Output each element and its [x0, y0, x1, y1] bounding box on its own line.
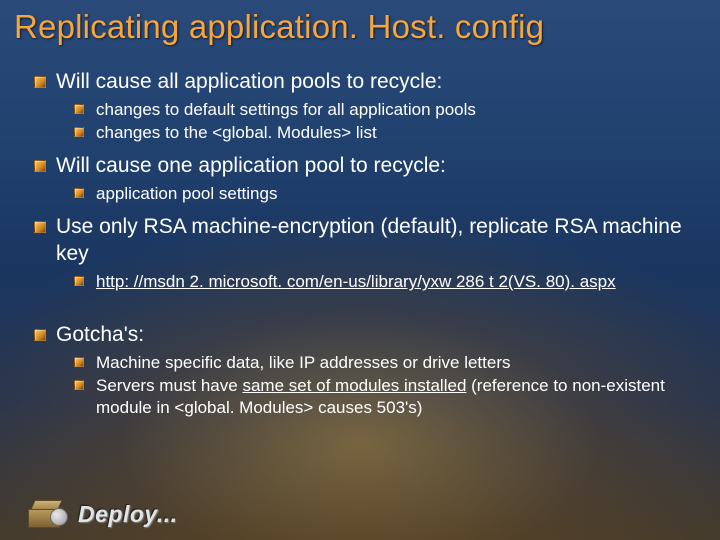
- square-bullet-icon: [74, 104, 84, 114]
- square-bullet-icon: [74, 127, 84, 137]
- bullet-text: changes to the <global. Modules> list: [96, 123, 377, 142]
- bullet-text: Will cause one application pool to recyc…: [56, 154, 446, 177]
- sub-bullet-machine-data: Machine specific data, like IP addresses…: [74, 352, 694, 374]
- square-bullet-icon: [74, 188, 84, 198]
- square-bullet-icon: [74, 357, 84, 367]
- slide-body: Will cause all application pools to recy…: [34, 68, 694, 427]
- deploy-label: Deploy...: [78, 501, 178, 528]
- square-bullet-icon: [74, 276, 84, 286]
- bullet-text-underlined: same set of modules installed: [242, 376, 466, 395]
- slide-title: Replicating application. Host. config: [14, 8, 544, 46]
- bullet-text: Gotcha's:: [56, 323, 144, 346]
- bullet-text: Machine specific data, like IP addresses…: [96, 353, 511, 372]
- footer: Deploy...: [28, 500, 178, 528]
- bullet-recycle-one: Will cause one application pool to recyc…: [34, 152, 694, 204]
- msdn-link[interactable]: http: //msdn 2. microsoft. com/en-us/lib…: [96, 272, 616, 291]
- bullet-recycle-all: Will cause all application pools to recy…: [34, 68, 694, 144]
- sub-bullet-msdn-link: http: //msdn 2. microsoft. com/en-us/lib…: [74, 271, 694, 293]
- square-bullet-icon: [34, 76, 46, 88]
- sub-bullet-app-pool-settings: application pool settings: [74, 183, 694, 205]
- sub-bullet-default-settings: changes to default settings for all appl…: [74, 99, 694, 121]
- bullet-text-pre: Servers must have: [96, 376, 242, 395]
- square-bullet-icon: [34, 160, 46, 172]
- deploy-box-icon: [28, 500, 66, 528]
- bullet-text: Will cause all application pools to recy…: [56, 70, 442, 93]
- sub-bullet-same-modules: Servers must have same set of modules in…: [74, 375, 694, 419]
- bullet-text: Use only RSA machine-encryption (default…: [56, 215, 682, 266]
- bullet-text: application pool settings: [96, 184, 277, 203]
- bullet-rsa: Use only RSA machine-encryption (default…: [34, 213, 694, 293]
- bullet-text: changes to default settings for all appl…: [96, 100, 476, 119]
- square-bullet-icon: [34, 221, 46, 233]
- sub-bullet-global-modules: changes to the <global. Modules> list: [74, 122, 694, 144]
- square-bullet-icon: [74, 380, 84, 390]
- square-bullet-icon: [34, 329, 46, 341]
- bullet-gotchas: Gotcha's: Machine specific data, like IP…: [34, 321, 694, 419]
- spacer: [34, 301, 694, 315]
